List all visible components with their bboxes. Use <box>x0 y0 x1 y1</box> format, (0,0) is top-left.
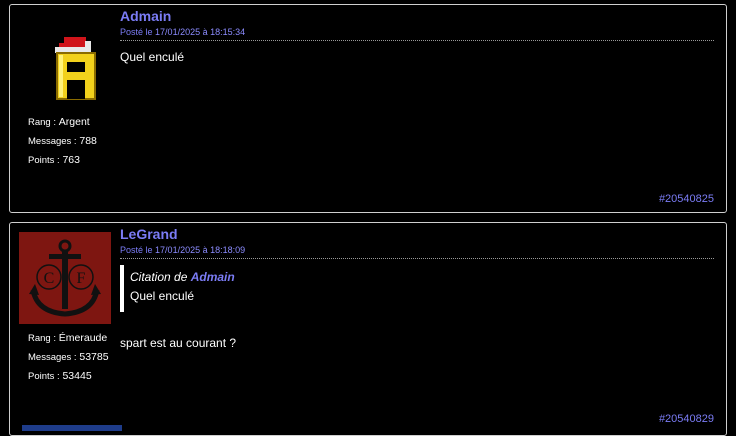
rank-value: Émeraude <box>58 332 108 344</box>
messages-value: 788 <box>79 135 97 147</box>
messages-value: 53785 <box>79 351 109 363</box>
post-sidebar: Rang : Argent Messages : 788 Points : 76… <box>19 14 114 166</box>
messages-row: Messages : 788 <box>28 135 97 147</box>
anchor-emblem-icon: C F <box>19 232 111 324</box>
points-row: Points : 53445 <box>28 370 92 382</box>
points-value: 53445 <box>62 370 92 382</box>
rank-row: Rang : Émeraude <box>28 332 108 344</box>
points-value: 763 <box>62 154 80 166</box>
pixel-letter-a-icon <box>55 37 96 100</box>
rank-value: Argent <box>58 116 90 128</box>
post-permalink[interactable]: #20540829 <box>659 413 714 425</box>
post-body: Admain Posté le 17/01/2025 à 18:15:34 Qu… <box>120 5 714 64</box>
avatar[interactable] <box>19 14 111 106</box>
messages-row: Messages : 53785 <box>28 351 109 363</box>
quote-citation: Citation de Admain <box>130 270 235 284</box>
forum-post: C F Rang : Émeraude Messages : 53785 Poi… <box>9 222 727 436</box>
quote-author[interactable]: Admain <box>191 270 235 284</box>
next-post-avatar-peek <box>22 425 122 431</box>
user-stats: Rang : Argent Messages : 788 Points : 76… <box>28 113 97 170</box>
avatar[interactable]: C F <box>19 232 111 324</box>
post-message: Quel enculé <box>120 50 185 64</box>
user-stats: Rang : Émeraude Messages : 53785 Points … <box>28 329 109 386</box>
post-permalink[interactable]: #20540825 <box>659 193 714 205</box>
author-name[interactable]: Admain <box>120 8 714 25</box>
forum-post: Rang : Argent Messages : 788 Points : 76… <box>9 4 727 213</box>
post-message: spart est au courant ? <box>120 336 237 350</box>
points-row: Points : 763 <box>28 154 80 166</box>
quote-text: Quel enculé <box>130 289 195 303</box>
author-name[interactable]: LeGrand <box>120 226 714 243</box>
post-date: Posté le 17/01/2025 à 18:18:09 <box>120 245 714 259</box>
post-body: LeGrand Posté le 17/01/2025 à 18:18:09 C… <box>120 223 714 350</box>
quote-block: Citation de Admain Quel enculé <box>120 265 714 312</box>
svg-text:C: C <box>44 270 55 287</box>
svg-text:F: F <box>77 270 86 287</box>
rank-row: Rang : Argent <box>28 116 90 128</box>
post-sidebar: C F Rang : Émeraude Messages : 53785 Poi… <box>19 232 114 382</box>
post-date: Posté le 17/01/2025 à 18:15:34 <box>120 27 714 41</box>
